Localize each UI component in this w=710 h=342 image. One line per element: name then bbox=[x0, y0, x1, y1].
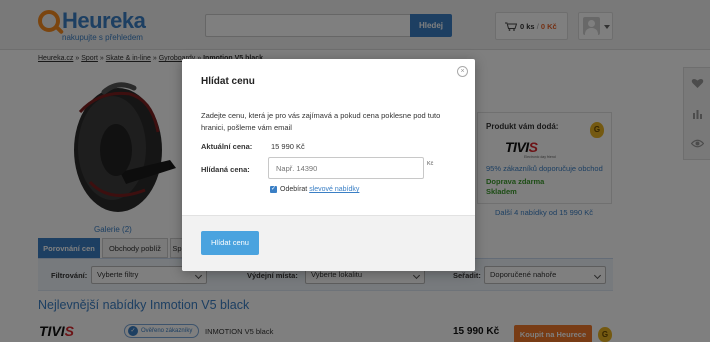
close-icon[interactable]: × bbox=[457, 66, 468, 77]
checkbox-icon[interactable]: ✓ bbox=[270, 186, 277, 193]
watch-price-button[interactable]: Hlídat cenu bbox=[201, 231, 259, 255]
price-watch-modal: Hlídat cenu × Zadejte cenu, která je pro… bbox=[182, 59, 475, 271]
subscribe-label: Odebírat slevové nabídky bbox=[280, 186, 359, 193]
currency-unit: Kč bbox=[427, 161, 434, 167]
watched-price-input[interactable] bbox=[268, 157, 424, 179]
discount-offers-link[interactable]: slevové nabídky bbox=[309, 186, 359, 193]
modal-title: Hlídat cenu bbox=[201, 76, 255, 87]
modal-description: Zadejte cenu, která je pro vás zajímavá … bbox=[201, 111, 441, 132]
current-price-value: 15 990 Kč bbox=[271, 142, 305, 151]
current-price-label: Aktuální cena: bbox=[201, 142, 253, 151]
watched-price-label: Hlídaná cena: bbox=[201, 165, 250, 174]
subscribe-prefix: Odebírat bbox=[280, 186, 308, 193]
modal-footer: Hlídat cenu bbox=[182, 215, 475, 271]
